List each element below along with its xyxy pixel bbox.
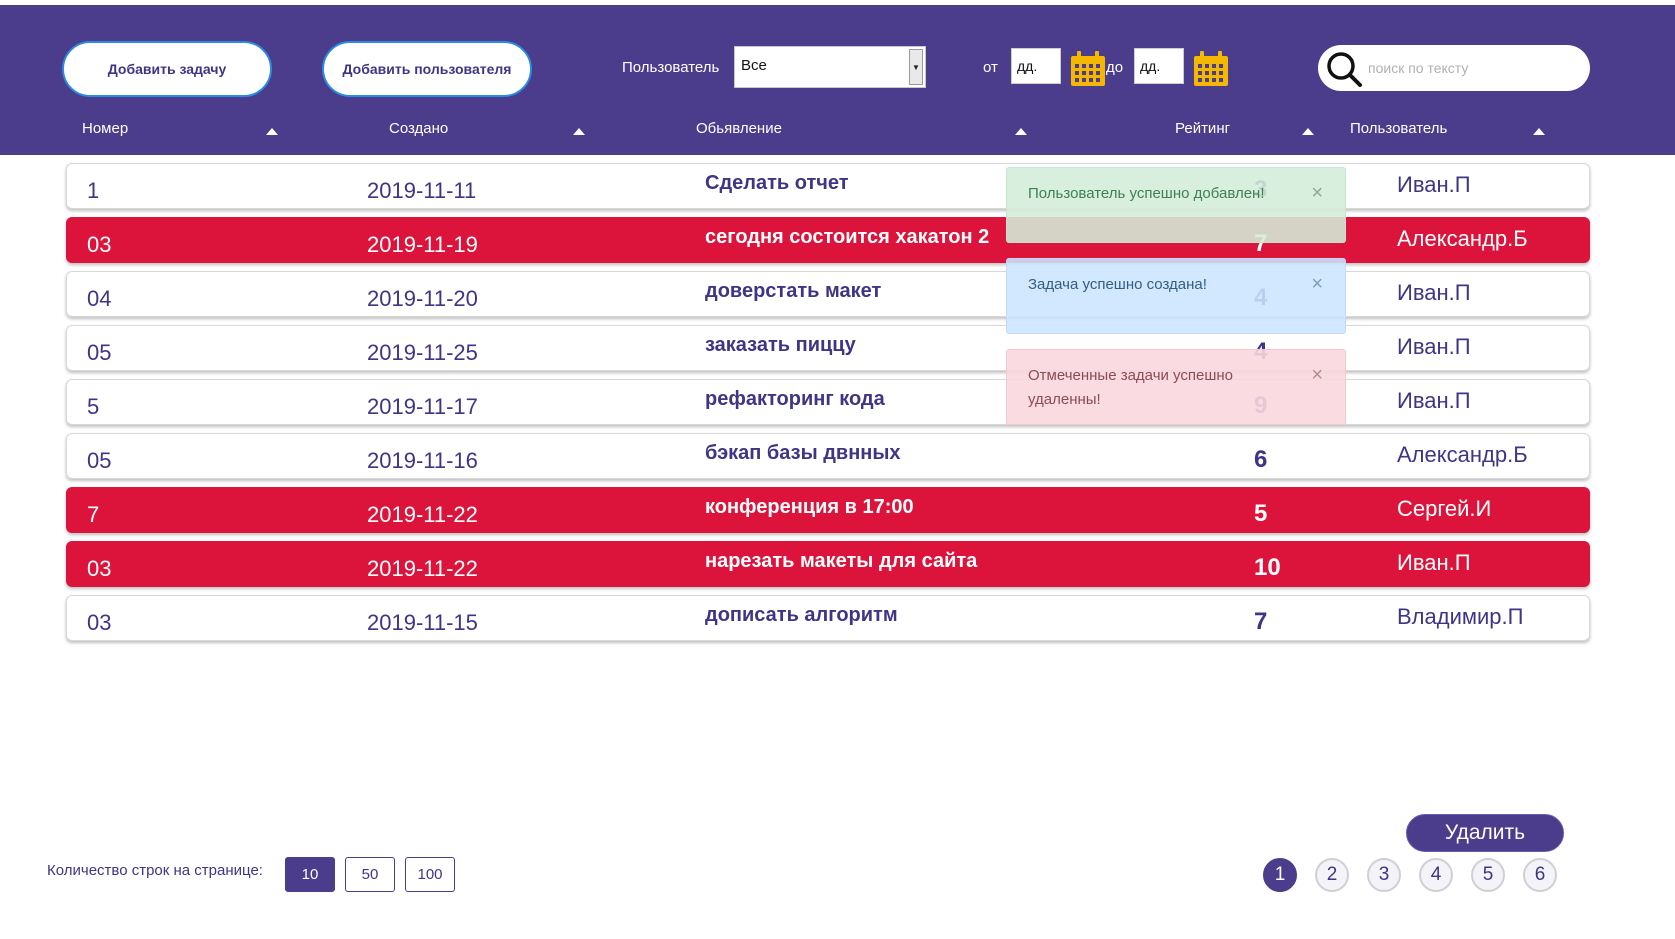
close-icon[interactable]: ×	[1311, 365, 1323, 385]
cell-user: Сергей.И	[1397, 496, 1492, 521]
column-header-rating[interactable]: Рейтинг	[1175, 120, 1230, 137]
page-5-button[interactable]: 5	[1471, 858, 1505, 892]
date-from-label: от	[983, 59, 998, 76]
date-from-value: дд.	[1017, 58, 1038, 74]
sort-arrow-icon[interactable]	[1533, 128, 1545, 135]
toast-info: Задача успешно создана! ×	[1006, 258, 1346, 334]
toast-danger: Отмеченные задачи успешно удаленны! ×	[1006, 349, 1346, 425]
cell-created: 2019-11-15	[367, 610, 478, 635]
cell-user: Иван.П	[1397, 388, 1471, 413]
cell-created: 2019-11-16	[367, 448, 478, 473]
cell-number: 05	[87, 340, 112, 365]
app: Добавить задачу Добавить пользователя По…	[0, 0, 1675, 939]
cell-number: 1	[87, 178, 100, 203]
sort-arrow-icon[interactable]	[573, 128, 585, 135]
cell-user: Владимир.П	[1397, 604, 1524, 629]
table-row[interactable]: 05 2019-11-16 бэкап базы двнных 6 Алекса…	[66, 433, 1590, 479]
cell-title: бэкап базы двнных	[705, 442, 901, 464]
sort-arrow-icon[interactable]	[1015, 128, 1027, 135]
cell-title: конференция в 17:00	[705, 496, 914, 518]
column-header-user[interactable]: Пользователь	[1350, 120, 1447, 137]
cell-title: сегодня состоится хакатон 2	[705, 226, 990, 248]
close-icon[interactable]: ×	[1311, 183, 1323, 203]
cell-created: 2019-11-19	[367, 232, 478, 257]
cell-created: 2019-11-17	[367, 394, 478, 419]
cell-user: Иван.П	[1397, 550, 1471, 575]
table-row[interactable]: 7 2019-11-22 конференция в 17:00 5 Серге…	[66, 487, 1590, 533]
cell-number: 03	[87, 232, 112, 257]
page-2-button[interactable]: 2	[1315, 858, 1349, 892]
cell-created: 2019-11-25	[367, 340, 478, 365]
date-to-label: до	[1106, 59, 1124, 76]
toast-message: Пользователь успешно добавлен!	[1028, 185, 1265, 202]
page-6-button[interactable]: 6	[1523, 858, 1557, 892]
page-size-10-button[interactable]: 10	[285, 857, 335, 892]
cell-number: 05	[87, 448, 112, 473]
rows-per-page-label: Количество строк на странице:	[47, 862, 263, 879]
cell-user: Иван.П	[1397, 280, 1471, 305]
cell-number: 04	[87, 286, 112, 311]
dropdown-arrow-icon[interactable]: ▼	[909, 49, 923, 85]
column-header-number[interactable]: Номер	[82, 120, 128, 137]
toast-success: Пользователь успешно добавлен! ×	[1006, 167, 1346, 243]
table-row[interactable]: 03 2019-11-15 дописать алгоритм 7 Владим…	[66, 595, 1590, 641]
table-row[interactable]: 03 2019-11-22 нарезать макеты для сайта …	[66, 541, 1590, 587]
date-from-input[interactable]: дд.	[1011, 48, 1061, 84]
delete-button[interactable]: Удалить	[1406, 814, 1564, 852]
cell-created: 2019-11-22	[367, 502, 478, 527]
calendar-icon[interactable]	[1070, 51, 1106, 87]
user-filter-value: Все	[741, 57, 767, 74]
search-icon[interactable]	[1324, 49, 1364, 89]
search-box	[1318, 45, 1590, 91]
table-row[interactable]: 03 2019-11-19 сегодня состоится хакатон …	[66, 217, 1590, 263]
page-4-button[interactable]: 4	[1419, 858, 1453, 892]
cell-created: 2019-11-22	[367, 556, 478, 581]
cell-title: нарезать макеты для сайта	[705, 550, 978, 572]
cell-title: рефакторинг кода	[705, 388, 885, 410]
sort-arrow-icon[interactable]	[1302, 128, 1314, 135]
toast-message: Отмеченные задачи успешно удаленны!	[1028, 367, 1234, 408]
cell-number: 03	[87, 556, 112, 581]
cell-user: Иван.П	[1397, 334, 1471, 359]
page-3-button[interactable]: 3	[1367, 858, 1401, 892]
add-task-button[interactable]: Добавить задачу	[62, 41, 272, 97]
search-input[interactable]	[1368, 55, 1578, 81]
date-to-value: дд.	[1140, 58, 1161, 74]
table-row[interactable]: 05 2019-11-25 заказать пиццу 4 Иван.П	[66, 325, 1590, 371]
cell-title: доверстать макет	[705, 280, 882, 302]
toast-message: Задача успешно создана!	[1028, 276, 1207, 293]
cell-created: 2019-11-11	[367, 178, 477, 203]
page-1-button[interactable]: 1	[1263, 858, 1297, 892]
user-filter-label: Пользователь	[622, 59, 720, 76]
table-row[interactable]: 1 2019-11-11 Сделать отчет 3 Иван.П	[66, 163, 1590, 209]
page-size-100-button[interactable]: 100	[405, 857, 455, 892]
date-to-input[interactable]: дд.	[1134, 48, 1184, 84]
cell-number: 5	[87, 394, 100, 419]
page-size-50-button[interactable]: 50	[345, 857, 395, 892]
cell-user: Иван.П	[1397, 172, 1471, 197]
cell-title: Сделать отчет	[705, 172, 849, 194]
user-filter-select[interactable]: Все ▼	[734, 46, 926, 88]
column-header-created[interactable]: Создано	[389, 120, 448, 137]
cell-title: заказать пиццу	[705, 334, 856, 356]
header-toolbar: Добавить задачу Добавить пользователя По…	[0, 5, 1675, 155]
cell-created: 2019-11-20	[367, 286, 478, 311]
cell-title: дописать алгоритм	[705, 604, 898, 626]
cell-user: Александр.Б	[1397, 442, 1528, 467]
calendar-icon[interactable]	[1193, 51, 1229, 87]
cell-rating: 7	[1254, 608, 1268, 635]
add-user-button[interactable]: Добавить пользователя	[322, 41, 532, 97]
cell-rating: 6	[1254, 446, 1268, 473]
table-row[interactable]: 5 2019-11-17 рефакторинг кода 9 Иван.П	[66, 379, 1590, 425]
table-row[interactable]: 04 2019-11-20 доверстать макет 4 Иван.П	[66, 271, 1590, 317]
sort-arrow-icon[interactable]	[266, 128, 278, 135]
cell-rating: 5	[1254, 500, 1268, 527]
cell-number: 03	[87, 610, 112, 635]
cell-number: 7	[87, 502, 100, 527]
column-header-announcement[interactable]: Обьявление	[696, 120, 782, 137]
cell-rating: 10	[1254, 554, 1281, 581]
cell-user: Александр.Б	[1397, 226, 1528, 251]
close-icon[interactable]: ×	[1311, 274, 1323, 294]
